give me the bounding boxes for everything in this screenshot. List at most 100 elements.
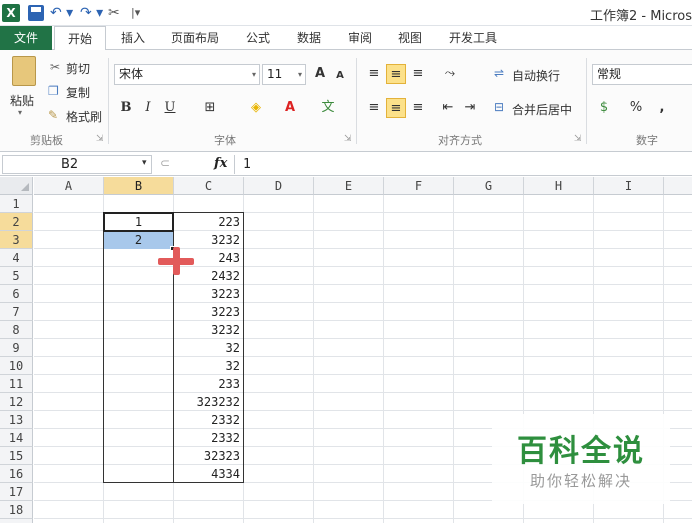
chevron-down-icon[interactable]: ▾ (142, 158, 147, 168)
cell-b2-active[interactable]: 1 (103, 212, 174, 232)
row-header[interactable]: 4 (0, 249, 33, 267)
column-header-d[interactable]: D (244, 177, 314, 195)
row-header[interactable]: 8 (0, 321, 33, 339)
bold-button[interactable]: B (116, 98, 136, 118)
shrink-font-button[interactable]: A (330, 66, 350, 86)
row-header[interactable]: 2 (0, 213, 33, 231)
align-right-icon[interactable]: ≡ (408, 98, 428, 118)
decrease-indent-icon[interactable]: ⇤ (438, 98, 458, 118)
font-size-combo[interactable]: 11 ▾ (262, 64, 306, 85)
row-header[interactable]: 18 (0, 501, 33, 519)
quick-access-extra-icon[interactable]: ✂ (108, 4, 128, 22)
align-middle-icon[interactable]: ≡ (386, 64, 406, 84)
alignment-launcher-icon[interactable]: ⇲ (574, 134, 582, 144)
cell-c10[interactable]: 32 (174, 357, 243, 375)
undo-button[interactable]: ↶ ▾ (50, 4, 78, 22)
paste-button[interactable]: 粘贴 (10, 92, 34, 109)
percent-button[interactable]: % (626, 98, 646, 118)
formula-input[interactable]: 1 (234, 155, 692, 174)
column-header-i[interactable]: I (594, 177, 664, 195)
fill-color-button[interactable]: ◈ (246, 98, 266, 118)
row-header[interactable]: 14 (0, 429, 33, 447)
tab-data[interactable]: 数据 (286, 26, 332, 50)
tab-review[interactable]: 审阅 (338, 26, 382, 50)
row-header[interactable]: 11 (0, 375, 33, 393)
row-header[interactable]: 15 (0, 447, 33, 465)
cell-c2[interactable]: 223 (174, 213, 243, 231)
phonetic-button[interactable]: 文 (318, 98, 338, 118)
copy-button[interactable]: 复制 (66, 84, 90, 101)
ribbon-tab-bar: 文件 开始 插入 页面布局 公式 数据 审阅 视图 开发工具 (0, 26, 692, 51)
tab-formulas[interactable]: 公式 (236, 26, 280, 50)
row-header[interactable]: 13 (0, 411, 33, 429)
column-header-f[interactable]: F (384, 177, 454, 195)
comma-button[interactable]: , (652, 98, 672, 118)
row-header[interactable]: 7 (0, 303, 33, 321)
paste-dropdown-icon[interactable]: ▾ (18, 108, 22, 117)
row-header[interactable]: 3 (0, 231, 33, 249)
cell-c12[interactable]: 323232 (174, 393, 243, 411)
cell-c13[interactable]: 2332 (174, 411, 243, 429)
border-button[interactable]: ⊞ (200, 98, 220, 118)
align-bottom-icon[interactable]: ≡ (408, 64, 428, 84)
row-header[interactable]: 1 (0, 195, 33, 213)
wrap-text-button[interactable]: 自动换行 (512, 67, 560, 84)
tab-home[interactable]: 开始 (54, 26, 106, 51)
format-painter-button[interactable]: 格式刷 (66, 108, 102, 125)
cell-c15[interactable]: 32323 (174, 447, 243, 465)
clipboard-launcher-icon[interactable]: ⇲ (96, 134, 104, 144)
column-header-g[interactable]: G (454, 177, 524, 195)
font-color-button[interactable]: A (280, 98, 300, 118)
underline-button[interactable]: U (160, 98, 180, 118)
align-left-icon[interactable]: ≡ (364, 98, 384, 118)
font-launcher-icon[interactable]: ⇲ (344, 134, 352, 144)
save-icon[interactable] (28, 5, 44, 21)
column-header-a[interactable]: A (34, 177, 104, 195)
column-header-e[interactable]: E (314, 177, 384, 195)
excel-app-icon[interactable]: X (2, 4, 20, 22)
align-center-icon[interactable]: ≡ (386, 98, 406, 118)
tab-view[interactable]: 视图 (388, 26, 432, 50)
cursor-bar-vertical (173, 247, 180, 275)
cell-c9[interactable]: 32 (174, 339, 243, 357)
row-header[interactable]: 6 (0, 285, 33, 303)
row-header[interactable]: 12 (0, 393, 33, 411)
cut-button[interactable]: 剪切 (66, 60, 90, 77)
row-header[interactable]: 16 (0, 465, 33, 483)
cancel-icon[interactable]: ⊂ (160, 156, 170, 170)
redo-button[interactable]: ↷ ▾ (80, 4, 106, 22)
name-box[interactable]: B2 (2, 155, 152, 174)
row-header[interactable]: 9 (0, 339, 33, 357)
number-format-combo[interactable]: 常规 (592, 64, 692, 85)
currency-icon[interactable]: $ (594, 98, 614, 118)
row-header[interactable]: 17 (0, 483, 33, 501)
orientation-icon[interactable]: ⤳ (440, 64, 460, 84)
cell-c16[interactable]: 4334 (174, 465, 243, 483)
cell-c14[interactable]: 2332 (174, 429, 243, 447)
merge-center-button[interactable]: 合并后居中 (512, 101, 572, 118)
select-all-corner[interactable] (0, 177, 33, 195)
column-header-h[interactable]: H (524, 177, 594, 195)
row-header[interactable]: 19 (0, 519, 33, 523)
row-header[interactable]: 10 (0, 357, 33, 375)
cell-c6[interactable]: 3223 (174, 285, 243, 303)
tab-page-layout[interactable]: 页面布局 (162, 26, 228, 50)
tab-insert[interactable]: 插入 (110, 26, 156, 50)
insert-function-icon[interactable]: fx (214, 156, 227, 171)
tab-developer[interactable]: 开发工具 (440, 26, 506, 50)
italic-button[interactable]: I (138, 98, 158, 118)
row-header[interactable]: 5 (0, 267, 33, 285)
font-name-combo[interactable]: 宋体 ▾ (114, 64, 260, 85)
grow-font-button[interactable]: A (310, 64, 330, 84)
tab-file[interactable]: 文件 (0, 26, 52, 50)
cell-c11[interactable]: 233 (174, 375, 243, 393)
align-top-icon[interactable]: ≡ (364, 64, 384, 84)
column-header-b[interactable]: B (104, 177, 174, 195)
customize-quick-access-button[interactable]: |▾ (131, 4, 145, 22)
cell-c8[interactable]: 3232 (174, 321, 243, 339)
column-header-c[interactable]: C (174, 177, 244, 195)
paste-icon[interactable] (12, 56, 36, 86)
increase-indent-icon[interactable]: ⇥ (460, 98, 480, 118)
cell-c7[interactable]: 3223 (174, 303, 243, 321)
column-header-j[interactable] (664, 177, 692, 195)
